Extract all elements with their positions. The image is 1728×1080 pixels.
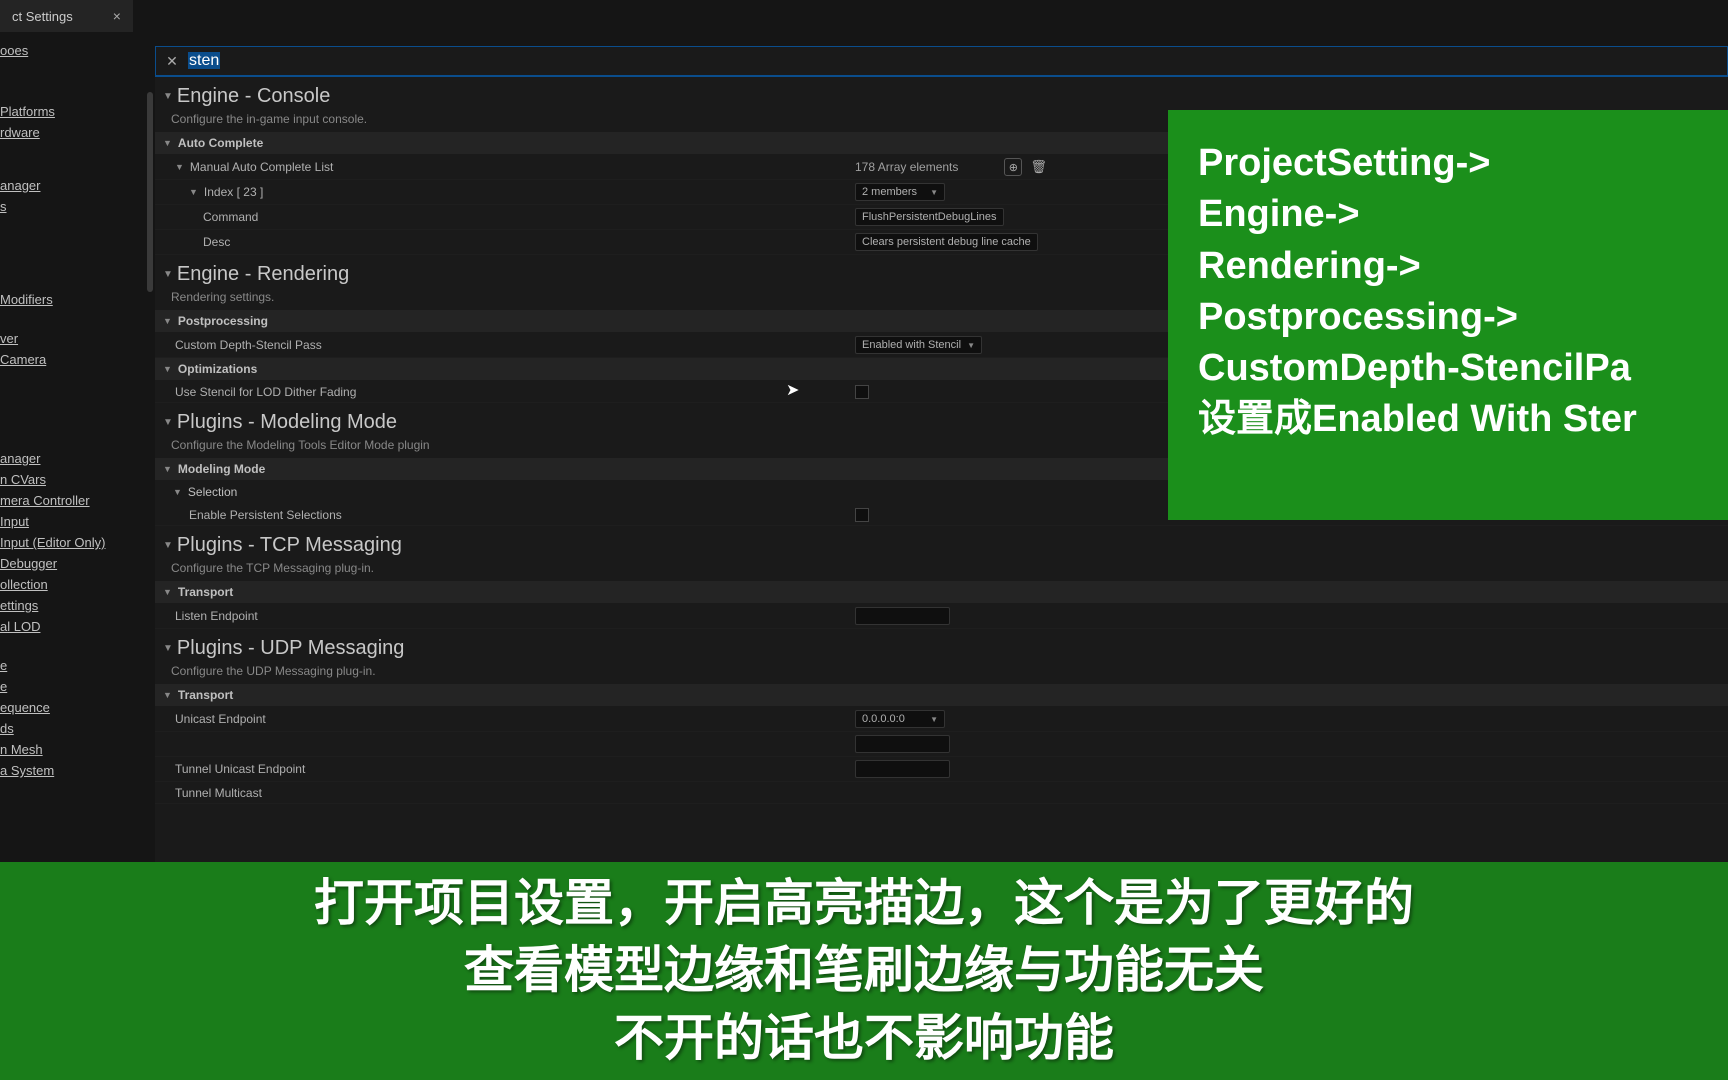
prop-index[interactable]: ▼Index [ 23 ] <box>155 185 855 199</box>
caret-down-icon: ▼ <box>163 138 172 148</box>
array-count: 178 Array elements <box>855 160 958 174</box>
caret-down-icon: ▼ <box>163 417 173 428</box>
desc-input[interactable]: Clears persistent debug line cache <box>855 233 1038 251</box>
section-desc: Configure the TCP Messaging plug-in. <box>155 557 1728 581</box>
caret-down-icon: ▼ <box>189 187 198 197</box>
category-tcp-transport[interactable]: ▼Transport <box>155 581 1728 604</box>
listen-endpoint-input[interactable] <box>855 607 950 625</box>
search-bar: ✕ sten <box>155 46 1728 76</box>
tab-bar: ct Settings × <box>0 0 1728 32</box>
search-input[interactable]: sten <box>188 52 220 69</box>
chevron-down-icon: ▼ <box>930 188 938 197</box>
overlay-line: 设置成Enabled With Ster <box>1198 394 1698 445</box>
section-header-tcp[interactable]: ▼ Plugins - TCP Messaging <box>155 526 1728 557</box>
sidebar-item[interactable]: mera Controller <box>0 490 155 511</box>
unicast-dropdown[interactable]: 0.0.0.0:0▼ <box>855 710 945 728</box>
endpoint-input[interactable] <box>855 735 950 753</box>
prop-unicast-endpoint: Unicast Endpoint <box>155 712 855 726</box>
command-input[interactable]: FlushPersistentDebugLines <box>855 208 1004 226</box>
members-dropdown[interactable]: 2 members▼ <box>855 183 945 201</box>
sidebar-item[interactable]: Modifiers <box>0 289 155 310</box>
caret-down-icon: ▼ <box>163 690 172 700</box>
depth-stencil-dropdown[interactable]: Enabled with Stencil▼ <box>855 336 982 354</box>
section-title: Plugins - TCP Messaging <box>177 534 402 557</box>
overlay-line: ProjectSetting-> <box>1198 138 1698 189</box>
prop-persistent-selections: Enable Persistent Selections <box>155 508 855 522</box>
caret-down-icon: ▼ <box>163 643 173 654</box>
tab-project-settings[interactable]: ct Settings × <box>0 0 133 32</box>
sidebar-item[interactable]: Input (Editor Only) <box>0 532 155 553</box>
sidebar-item[interactable]: Platforms <box>0 101 155 122</box>
sidebar-item[interactable]: n Mesh <box>0 739 155 760</box>
prop-listen-endpoint: Listen Endpoint <box>155 609 855 623</box>
cursor-icon: ➤ <box>786 380 799 400</box>
overlay-line: Rendering-> <box>1198 241 1698 292</box>
sidebar-item[interactable]: ds <box>0 718 155 739</box>
sidebar-item[interactable]: equence <box>0 697 155 718</box>
sidebar-item[interactable]: a System <box>0 760 155 781</box>
subtitle-line: 不开的话也不影响功能 <box>314 1005 1414 1073</box>
stencil-fade-checkbox[interactable] <box>855 385 869 399</box>
sidebar-item[interactable]: anager <box>0 448 155 469</box>
section-title: Engine - Console <box>177 85 330 108</box>
prop-tunnel-multicast: Tunnel Multicast <box>155 786 855 800</box>
chevron-down-icon: ▼ <box>967 341 975 350</box>
prop-desc: Desc <box>155 235 855 249</box>
sidebar-item[interactable]: rdware <box>0 122 155 143</box>
overlay-line: Postprocessing-> <box>1198 292 1698 343</box>
category-udp-transport[interactable]: ▼Transport <box>155 684 1728 707</box>
caret-down-icon: ▼ <box>163 269 173 280</box>
sidebar-item[interactable]: e <box>0 676 155 697</box>
close-icon[interactable]: × <box>113 8 121 24</box>
caret-down-icon: ▼ <box>163 587 172 597</box>
caret-down-icon: ▼ <box>163 464 172 474</box>
sidebar-item[interactable]: ettings <box>0 595 155 616</box>
section-desc: Configure the UDP Messaging plug-in. <box>155 660 1728 684</box>
tab-title: ct Settings <box>12 9 73 24</box>
sidebar-item[interactable]: Camera <box>0 349 155 370</box>
sidebar-item[interactable]: anager <box>0 175 155 196</box>
sidebar-item[interactable]: s <box>0 196 155 217</box>
sidebar-item[interactable]: al LOD <box>0 616 155 637</box>
subtitle-line: 打开项目设置，开启高亮描边，这个是为了更好的 <box>314 870 1414 938</box>
tunnel-unicast-input[interactable] <box>855 760 950 778</box>
add-element-icon[interactable]: ⊕ <box>1004 158 1022 176</box>
overlay-line: CustomDepth-StencilPa <box>1198 343 1698 394</box>
caret-down-icon: ▼ <box>175 162 184 172</box>
caret-down-icon: ▼ <box>163 540 173 551</box>
overlay-line: Engine-> <box>1198 189 1698 240</box>
caret-down-icon: ▼ <box>163 364 172 374</box>
caret-down-icon: ▼ <box>163 316 172 326</box>
trash-icon[interactable]: 🗑 <box>1030 159 1047 175</box>
section-title: Plugins - Modeling Mode <box>177 411 397 434</box>
sidebar-item[interactable]: Debugger <box>0 553 155 574</box>
subtitle-line: 查看模型边缘和笔刷边缘与功能无关 <box>314 937 1414 1005</box>
section-header-udp[interactable]: ▼ Plugins - UDP Messaging <box>155 629 1728 660</box>
scrollbar[interactable] <box>147 92 153 292</box>
caret-down-icon: ▼ <box>163 91 173 102</box>
section-title: Engine - Rendering <box>177 263 349 286</box>
chevron-down-icon: ▼ <box>930 715 938 724</box>
prop-depth-stencil: Custom Depth-Stencil Pass <box>155 338 855 352</box>
sidebar-item[interactable]: ollection <box>0 574 155 595</box>
prop-stencil-fade: Use Stencil for LOD Dither Fading <box>155 385 855 399</box>
overlay-subtitle: 打开项目设置，开启高亮描边，这个是为了更好的 查看模型边缘和笔刷边缘与功能无关 … <box>0 862 1728 1080</box>
caret-down-icon: ▼ <box>173 487 182 497</box>
prop-tunnel-unicast: Tunnel Unicast Endpoint <box>155 762 855 776</box>
section-header-console[interactable]: ▼ Engine - Console <box>155 77 1728 108</box>
sidebar-item[interactable]: ver <box>0 328 155 349</box>
persistent-sel-checkbox[interactable] <box>855 508 869 522</box>
sidebar-item[interactable]: n CVars <box>0 469 155 490</box>
section-title: Plugins - UDP Messaging <box>177 637 405 660</box>
clear-search-icon[interactable]: ✕ <box>162 53 182 70</box>
overlay-instructions: ProjectSetting-> Engine-> Rendering-> Po… <box>1168 110 1728 520</box>
sidebar-item[interactable]: e <box>0 655 155 676</box>
prop-manual-auto-list[interactable]: ▼Manual Auto Complete List <box>155 160 855 174</box>
sidebar-item[interactable]: ooes <box>0 40 155 61</box>
prop-command: Command <box>155 210 855 224</box>
sidebar-item[interactable]: Input <box>0 511 155 532</box>
